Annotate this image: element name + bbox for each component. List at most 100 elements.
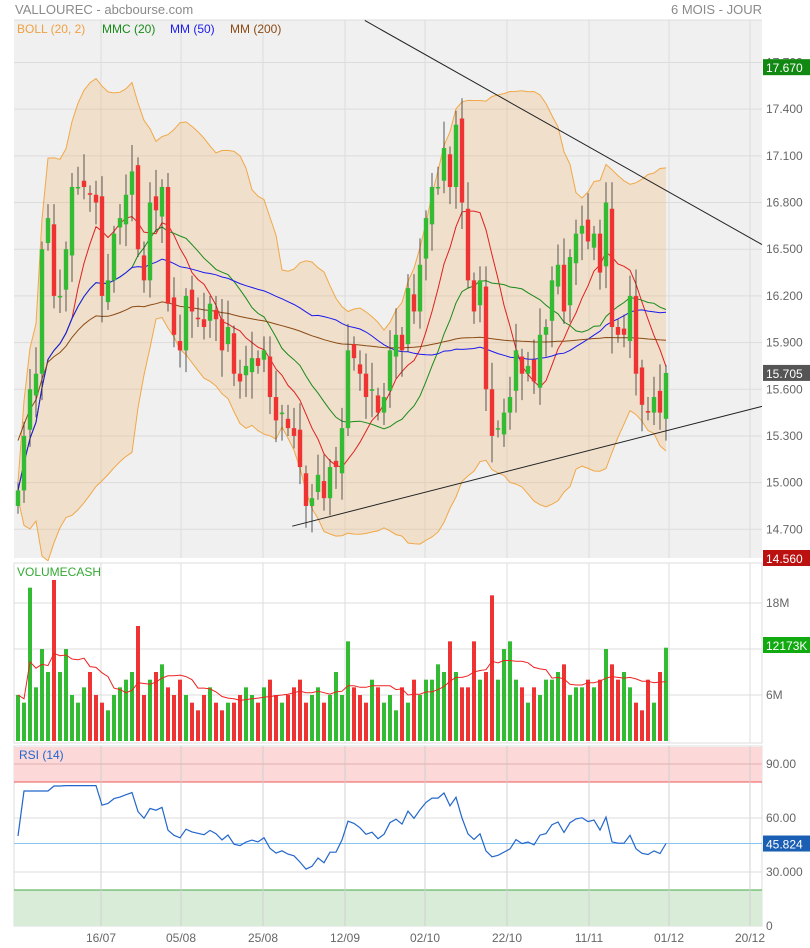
candle-body — [201, 319, 207, 328]
candle-body — [375, 395, 381, 413]
candle-body — [453, 124, 459, 187]
volume-bar — [484, 672, 488, 741]
date-axis-label: 20/12 — [735, 931, 765, 945]
volume-title: VOLUMECASH — [17, 565, 101, 579]
volume-bar — [406, 702, 410, 741]
candle-body — [603, 202, 609, 267]
volume-bar — [70, 695, 74, 741]
candle-body — [357, 364, 363, 374]
volume-bar — [232, 702, 236, 741]
rsi-axis-label: 30.000 — [766, 865, 803, 879]
high-price-badge: 17.670 — [766, 61, 803, 75]
volume-bar — [496, 679, 500, 741]
candle-body — [225, 327, 231, 345]
price-axis-label: 15.000 — [766, 476, 803, 490]
volume-bar — [538, 695, 542, 741]
candle-body — [471, 280, 477, 312]
candle-body — [399, 334, 405, 351]
volume-bar — [190, 702, 194, 741]
legend-item: BOLL (20, 2) — [17, 22, 85, 36]
legend-item: MM (50) — [170, 22, 215, 36]
candle-body — [129, 171, 135, 195]
date-axis-label: 02/10 — [410, 931, 440, 945]
volume-bar — [328, 695, 332, 741]
candle-body — [99, 196, 105, 296]
candle-body — [237, 373, 243, 382]
candle-body — [111, 233, 117, 281]
rsi-title: RSI (14) — [19, 748, 64, 762]
volume-bar — [316, 687, 320, 741]
candle-body — [33, 373, 39, 396]
candle-body — [555, 264, 561, 287]
candle-body — [147, 202, 153, 281]
volume-bar — [376, 687, 380, 741]
volume-bar — [274, 695, 278, 741]
volume-bar — [34, 687, 38, 741]
volume-bar — [148, 679, 152, 741]
volume-bar — [556, 672, 560, 741]
low-price-badge: 14.560 — [766, 552, 803, 566]
candle-body — [525, 365, 531, 374]
candle-body — [627, 295, 633, 342]
candle-body — [315, 474, 321, 492]
candle-body — [429, 186, 435, 225]
candle-body — [231, 333, 237, 374]
candle-body — [297, 429, 303, 468]
volume-bar — [76, 702, 80, 741]
volume-bar — [628, 687, 632, 741]
candle-body — [345, 350, 351, 429]
candle-body — [531, 359, 537, 382]
volume-bar — [346, 641, 350, 741]
volume-bar — [562, 664, 566, 741]
candle-body — [153, 196, 159, 211]
date-axis-label: 11/11 — [575, 931, 604, 945]
volume-bar — [448, 641, 452, 741]
candle-body — [435, 186, 441, 189]
candle-body — [651, 397, 657, 413]
volume-bar — [460, 687, 464, 741]
candle-body — [105, 280, 111, 303]
candle-body — [51, 224, 57, 296]
volume-bar — [88, 672, 92, 741]
volume-bar — [466, 687, 470, 741]
candle-body — [609, 208, 615, 328]
volume-axis-label: 18M — [766, 596, 789, 610]
candle-body — [171, 297, 177, 335]
volume-bar — [262, 687, 266, 741]
candle-body — [309, 498, 315, 506]
candle-body — [465, 208, 471, 281]
candle-body — [27, 389, 33, 430]
volume-bar — [178, 679, 182, 741]
candle-body — [381, 397, 387, 413]
volume-bar — [394, 710, 398, 741]
volume-bar — [418, 695, 422, 741]
candle-body — [249, 358, 255, 373]
candle-body — [639, 367, 645, 405]
volume-bar — [580, 687, 584, 741]
volume-bar — [502, 649, 506, 741]
volume-bar — [610, 664, 614, 741]
candle-body — [567, 257, 573, 306]
candle-body — [573, 233, 579, 264]
volume-bar — [616, 679, 620, 741]
candle-body — [483, 286, 489, 390]
candle-body — [549, 280, 555, 321]
volume-bar — [508, 641, 512, 741]
legend-item: MM (200) — [230, 22, 281, 36]
date-axis-label: 01/12 — [654, 931, 684, 945]
volume-bar — [52, 580, 56, 741]
candle-body — [507, 397, 513, 413]
volume-bar — [604, 649, 608, 741]
candle-body — [519, 356, 525, 374]
volume-bar — [340, 695, 344, 741]
price-axis-label: 14.700 — [766, 522, 803, 536]
candle-body — [261, 350, 267, 360]
volume-bar — [292, 687, 296, 741]
volume-bar — [196, 710, 200, 741]
volume-bar — [382, 702, 386, 741]
candle-body — [39, 249, 45, 374]
volume-bar — [202, 695, 206, 741]
candle-body — [279, 412, 285, 415]
oversold-zone — [14, 890, 762, 926]
date-axis-label: 05/08 — [166, 931, 196, 945]
